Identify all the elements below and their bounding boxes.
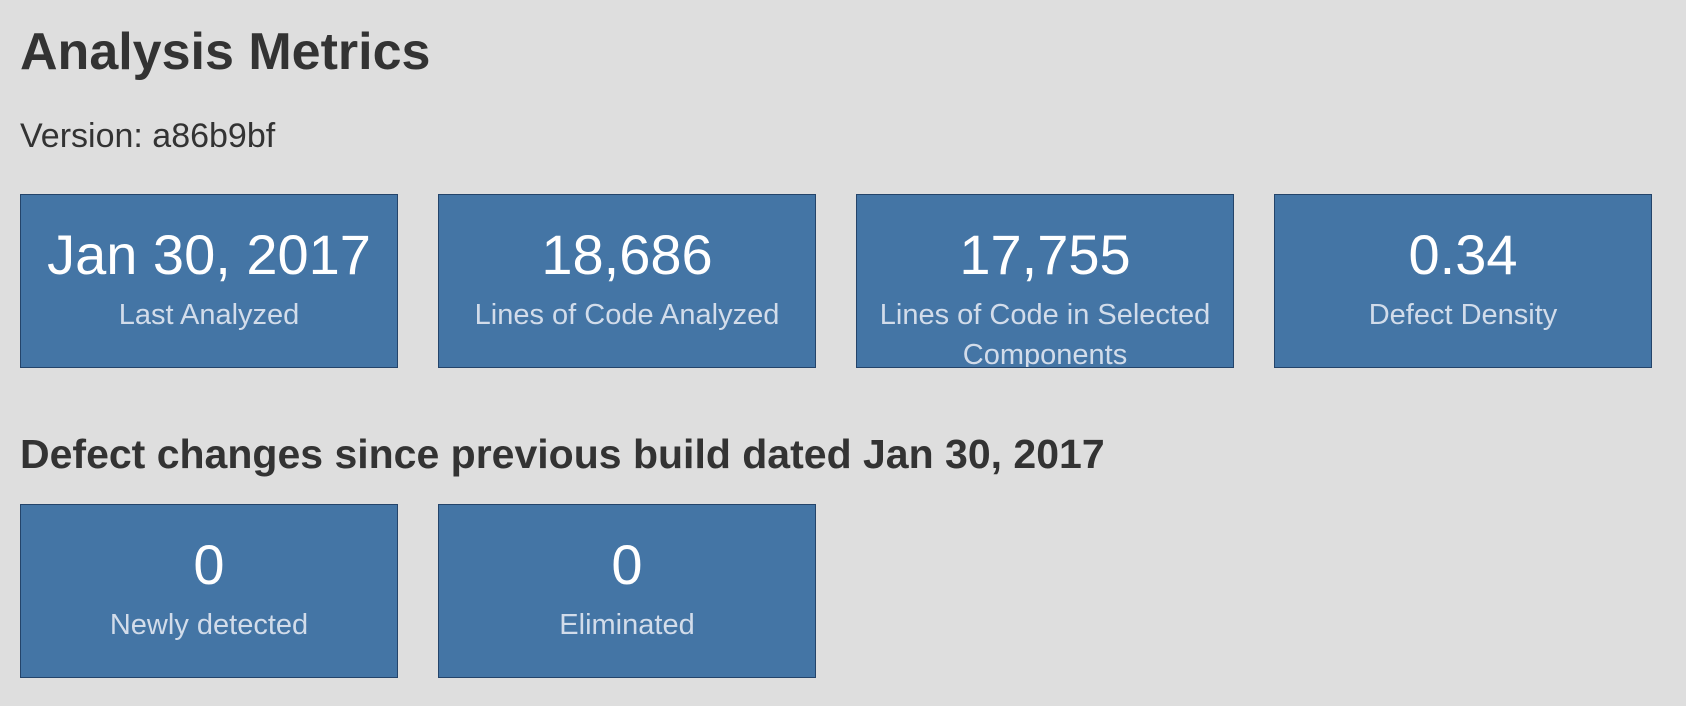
change-value: 0 (611, 533, 643, 596)
change-tile-eliminated: 0 Eliminated (438, 504, 816, 678)
metric-tile-defect-density: 0.34 Defect Density (1274, 194, 1652, 368)
change-value: 0 (193, 533, 225, 596)
version-label: Version: a86b9bf (20, 117, 276, 155)
change-label: Newly detected (109, 609, 309, 641)
metrics-tiles: Jan 30, 2017 Last Analyzed 18,686 Lines … (20, 194, 1652, 368)
metric-label: Last Analyzed (118, 299, 300, 331)
defect-change-tiles: 0 Newly detected 0 Eliminated (20, 504, 816, 678)
change-label: Eliminated (559, 609, 695, 641)
defect-changes-heading: Defect changes since previous build date… (20, 431, 1105, 477)
metric-tile-lines-of-code-analyzed: 18,686 Lines of Code Analyzed (438, 194, 816, 368)
metric-tile-lines-of-code-selected-components: 17,755 Lines of Code in Selected Compone… (856, 194, 1234, 368)
metric-label: Defect Density (1368, 299, 1558, 331)
metric-label: Lines of Code Analyzed (474, 299, 780, 331)
metric-value: 18,686 (541, 223, 713, 286)
metric-tile-last-analyzed: Jan 30, 2017 Last Analyzed (20, 194, 398, 368)
metric-value: 0.34 (1408, 223, 1518, 286)
metric-label: Lines of Code in Selected Components (879, 299, 1211, 368)
metric-value: Jan 30, 2017 (47, 223, 371, 286)
page-title: Analysis Metrics (20, 23, 431, 81)
metric-value: 17,755 (959, 223, 1131, 286)
change-tile-newly-detected: 0 Newly detected (20, 504, 398, 678)
